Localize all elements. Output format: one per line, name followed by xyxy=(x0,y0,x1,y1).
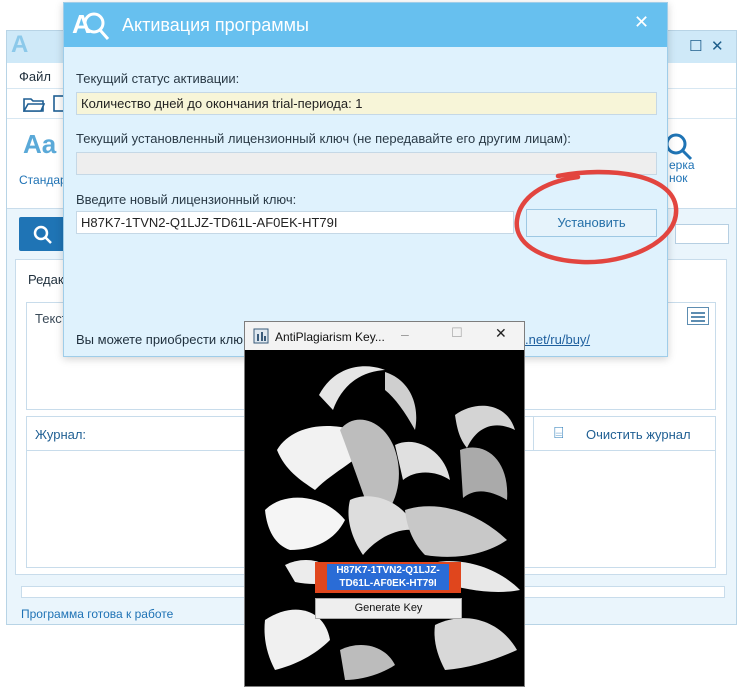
menu-file[interactable]: Файл xyxy=(19,69,51,84)
keygen-titlebar: AntiPlagiarism Key... – ☐ ✕ xyxy=(245,322,524,350)
maximize-icon[interactable]: ☐ xyxy=(451,326,463,341)
status-text: Программа готова к работе xyxy=(21,607,174,621)
buy-text: Вы можете приобрести клю xyxy=(76,332,243,347)
search-input[interactable] xyxy=(675,224,729,244)
generated-key-field[interactable]: H87K7-1TVN2-Q1LJZ- TD61L-AF0EK-HT79I xyxy=(315,562,461,593)
activation-title: Активация программы xyxy=(122,15,309,35)
annotation-circle xyxy=(514,169,679,265)
app-logo-icon: A xyxy=(11,31,29,58)
broom-icon: ⌸ xyxy=(554,425,564,442)
new-key-label: Введите новый лицензионный ключ: xyxy=(76,192,297,207)
editor-tab-label[interactable]: Редак xyxy=(28,272,64,287)
svg-text:A: A xyxy=(72,9,91,39)
clear-journal-label: Очистить журнал xyxy=(586,427,691,442)
current-key-label: Текущий установленный лицензионный ключ … xyxy=(76,131,571,146)
clear-journal-button[interactable]: ⌸ Очистить журнал xyxy=(533,417,715,451)
app-logo-icon: A xyxy=(72,9,110,40)
maximize-icon[interactable]: ☐ xyxy=(689,37,702,55)
keygen-app-icon xyxy=(253,328,269,344)
close-icon[interactable]: ✕ xyxy=(495,326,507,342)
minimize-icon[interactable]: – xyxy=(401,326,409,342)
generate-key-button[interactable]: Generate Key xyxy=(315,598,462,619)
list-view-icon[interactable] xyxy=(687,307,709,325)
open-folder-icon[interactable] xyxy=(23,95,45,113)
generated-key-line1: H87K7-1TVN2-Q1LJZ- xyxy=(336,565,440,576)
activation-status-label: Текущий статус активации: xyxy=(76,71,240,86)
activation-status-field: Количество дней до окончания trial-перио… xyxy=(76,92,657,115)
close-icon[interactable]: ✕ xyxy=(711,37,724,55)
keygen-window: AntiPlagiarism Key... – ☐ ✕ H87K7-1TVN2-… xyxy=(244,321,525,687)
search-icon xyxy=(33,225,52,244)
standard-check-label[interactable]: Стандар xyxy=(19,173,67,187)
buy-link[interactable]: .net/ru/buy/ xyxy=(525,332,590,347)
keygen-artwork xyxy=(245,350,524,686)
standard-check-icon[interactable]: Aa xyxy=(23,129,56,160)
activation-titlebar: A Активация программы ✕ xyxy=(64,3,667,47)
new-key-input[interactable] xyxy=(76,211,514,234)
journal-label: Журнал: xyxy=(35,427,87,442)
close-icon[interactable]: ✕ xyxy=(634,12,649,33)
search-button[interactable] xyxy=(19,217,65,251)
generated-key-text: H87K7-1TVN2-Q1LJZ- TD61L-AF0EK-HT79I xyxy=(327,564,449,590)
generated-key-line2: TD61L-AF0EK-HT79I xyxy=(339,578,437,589)
keygen-title: AntiPlagiarism Key... xyxy=(275,330,385,344)
